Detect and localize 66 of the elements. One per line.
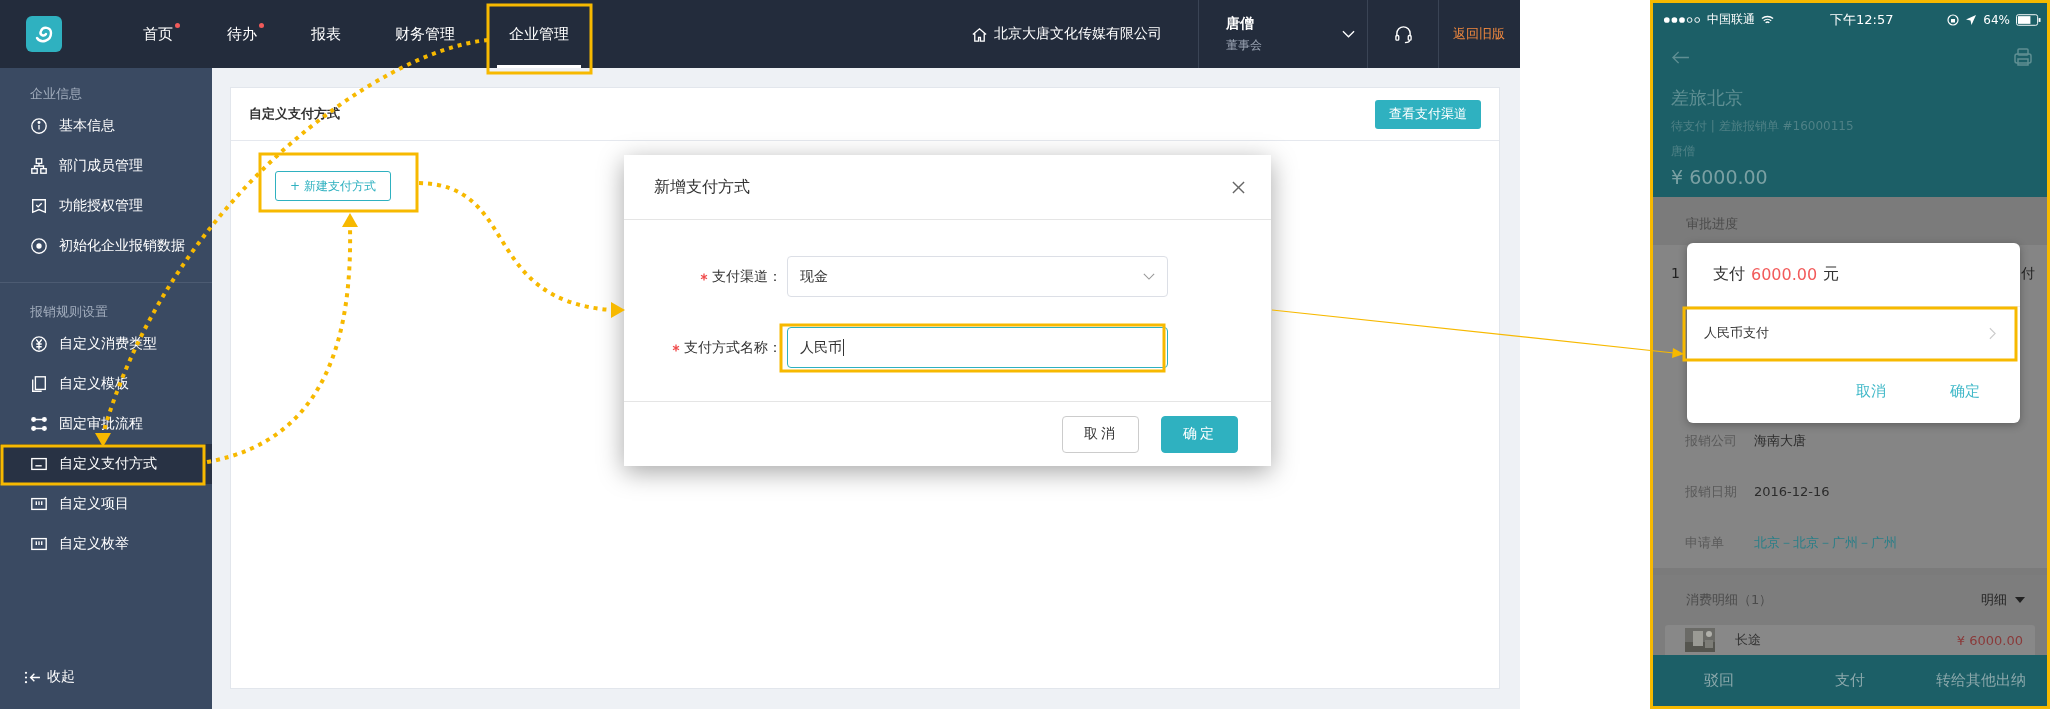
battery-percent: 64% xyxy=(1983,12,2010,27)
location-icon xyxy=(1965,13,1978,26)
target-icon xyxy=(30,237,48,255)
chevron-down-icon xyxy=(1143,273,1155,280)
step-status: 付 xyxy=(2021,265,2035,283)
collapse-button[interactable]: 收起 xyxy=(0,657,212,697)
wifi-icon xyxy=(1761,14,1774,25)
pay-amount: 6000.00 xyxy=(1751,265,1818,284)
company-name: 北京大唐文化传媒有限公司 xyxy=(994,25,1162,43)
card-icon xyxy=(30,455,48,473)
flow-icon xyxy=(30,415,48,433)
signal-icon xyxy=(1663,15,1701,24)
sidebar-item[interactable]: 自定义支付方式 xyxy=(0,444,212,484)
section-title: 报销规则设置 xyxy=(29,303,109,321)
sidebar-item[interactable]: 自定义枚举 xyxy=(0,524,212,564)
sidebar-item[interactable]: 部门成员管理 xyxy=(0,146,212,186)
sidebar-item[interactable]: 基本信息 xyxy=(0,106,212,146)
cancel-button[interactable]: 取消 xyxy=(1062,415,1139,453)
carrier-name: 中国联通 xyxy=(1707,11,1755,28)
sidebar-item[interactable]: 自定义消费类型 xyxy=(0,324,212,364)
detail-value: 2016-12-16 xyxy=(1754,484,1830,499)
sidebar-item[interactable]: 初始化企业报销数据 xyxy=(0,226,212,266)
field-label: 支付方式名称： xyxy=(684,338,782,357)
pay-label: 支付 xyxy=(1713,264,1745,285)
section-title: 企业信息 xyxy=(29,85,83,103)
user-role: 董事会 xyxy=(1226,36,1263,54)
collapse-icon xyxy=(24,670,41,684)
chevron-right-icon xyxy=(1989,326,1996,340)
nav-tab[interactable]: 待办 xyxy=(215,0,269,68)
headset-icon[interactable] xyxy=(1393,24,1413,44)
sidebar-item[interactable]: 自定义项目 xyxy=(0,484,212,524)
payment-option[interactable]: 人民币支付 xyxy=(1687,307,2020,359)
lock-icon xyxy=(1947,13,1960,26)
detail-value: 海南大唐 xyxy=(1754,431,1806,450)
select-field[interactable]: 现金 xyxy=(787,256,1168,297)
input-field[interactable]: 人民币 xyxy=(787,327,1168,368)
detail-toggle[interactable]: 明细 xyxy=(1981,591,2025,609)
home-icon xyxy=(971,25,988,43)
nav-tab[interactable]: 财务管理 xyxy=(383,0,467,68)
close-icon[interactable] xyxy=(1232,180,1245,194)
expense-amount: ¥ 6000.00 xyxy=(1956,632,2023,648)
org-chart-icon xyxy=(30,157,48,175)
dialog-title: 新增支付方式 xyxy=(654,176,750,198)
expense-name: 长途 xyxy=(1735,631,1761,649)
logo-icon xyxy=(26,16,62,52)
board-icon xyxy=(30,495,48,513)
nav-tab[interactable]: 报表 xyxy=(299,0,353,68)
currency-unit: 元 xyxy=(1823,264,1840,285)
board-icon xyxy=(30,535,48,553)
copy-icon xyxy=(30,375,48,393)
caret-down-icon xyxy=(2015,597,2025,603)
yen-icon xyxy=(30,335,48,353)
checklist-icon xyxy=(30,197,48,215)
user-name: 唐僧 xyxy=(1226,14,1255,33)
expense-item[interactable]: 长途 ¥ 6000.00 xyxy=(1665,625,2035,655)
field-label: 支付渠道： xyxy=(712,267,782,286)
old-version-link[interactable]: 返回旧版 xyxy=(1453,25,1505,43)
trip-title: 差旅北京 xyxy=(1671,86,1744,110)
step-text: 1 xyxy=(1671,265,1680,281)
battery-icon xyxy=(2016,13,2041,26)
status-time: 下午12:57 xyxy=(1830,10,1894,29)
sidebar-item[interactable]: 功能授权管理 xyxy=(0,186,212,226)
chevron-down-icon[interactable] xyxy=(1342,30,1355,38)
info-icon xyxy=(30,117,48,135)
nav-tab[interactable]: 首页 xyxy=(131,0,185,68)
total-amount: ¥ 6000.00 xyxy=(1671,166,1769,188)
